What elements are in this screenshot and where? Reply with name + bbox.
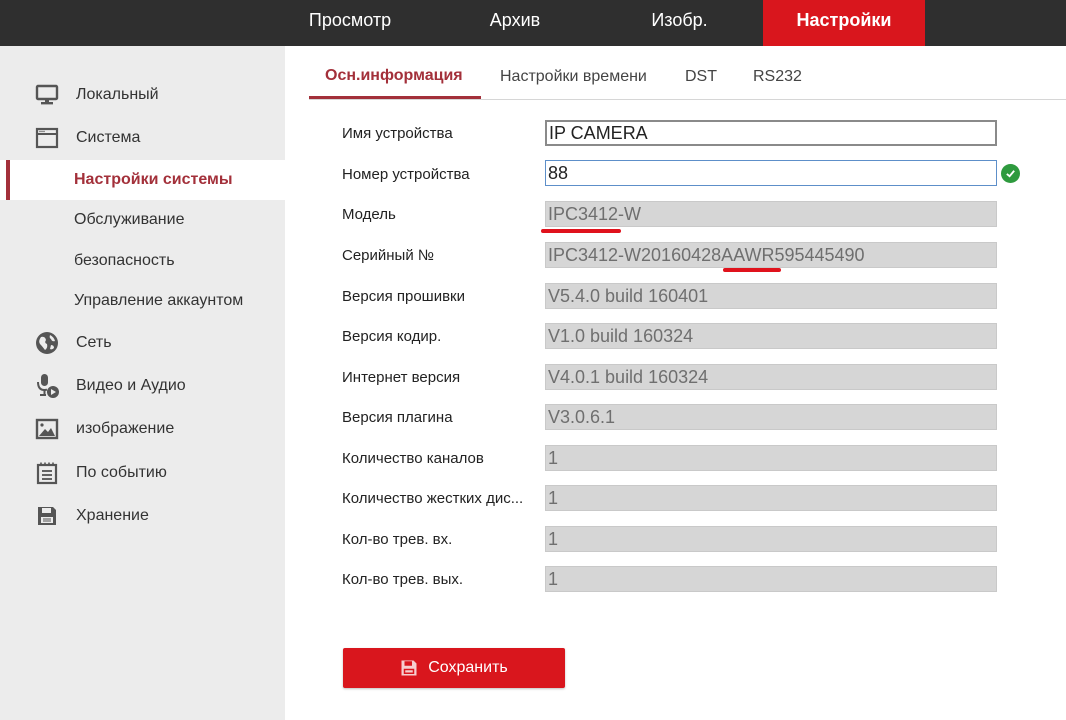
sidebar-item-label: Хранение — [76, 507, 149, 524]
sidebar-item-label: Настройки системы — [74, 171, 233, 188]
sidebar-item-label: изображение — [76, 420, 175, 437]
sidebar-item-label: Обслуживание — [74, 211, 185, 228]
hdd-count-label: Количество жестких дис... — [342, 490, 524, 507]
tab-dst[interactable]: DST — [685, 68, 717, 86]
globe-icon — [34, 330, 60, 356]
microphone-video-icon — [34, 373, 60, 399]
sidebar-item-label: Локальный — [76, 86, 159, 103]
topnav-settings[interactable]: Настройки — [763, 0, 925, 46]
encoding-version-field — [545, 323, 997, 349]
sidebar-item-network[interactable]: Сеть — [0, 323, 285, 363]
plugin-version-field — [545, 404, 997, 430]
model-label: Модель — [342, 206, 396, 223]
device-name-label: Имя устройства — [342, 125, 453, 142]
tab-basic-info[interactable]: Осн.информация — [325, 67, 463, 85]
sidebar-item-image[interactable]: изображение — [0, 409, 285, 449]
main-content: Осн.информация Настройки времени DST RS2… — [285, 46, 1066, 720]
sidebar-item-system-settings[interactable]: Настройки системы — [0, 160, 285, 200]
device-number-label: Номер устройства — [342, 166, 470, 183]
channels-count-field — [545, 445, 997, 471]
sidebar-item-account-management[interactable]: Управление аккаунтом — [0, 281, 285, 321]
sidebar-item-video-audio[interactable]: Видео и Аудио — [0, 366, 285, 406]
sidebar-item-label: Сеть — [76, 334, 112, 351]
topnav-archive[interactable]: Архив — [460, 0, 570, 46]
floppy-disk-icon — [34, 503, 60, 529]
sidebar-item-system[interactable]: Система — [0, 118, 285, 158]
sidebar-item-event[interactable]: По событию — [0, 453, 285, 493]
plugin-version-label: Версия плагина — [342, 409, 453, 426]
top-navigation-bar: Просмотр Архив Изобр. Настройки — [0, 0, 1066, 46]
alarm-outputs-field — [545, 566, 997, 592]
sidebar-item-label: По событию — [76, 464, 167, 481]
sidebar: Локальный Система Настройки системы Обсл… — [0, 46, 285, 720]
device-name-input[interactable] — [545, 120, 997, 146]
web-version-field — [545, 364, 997, 390]
web-version-label: Интернет версия — [342, 369, 461, 386]
tab-bar: Осн.информация Настройки времени DST RS2… — [309, 46, 1066, 100]
sidebar-item-label: Видео и Аудио — [76, 377, 186, 394]
window-icon — [34, 125, 60, 151]
serial-annotation-underline — [723, 268, 781, 272]
save-button-label: Сохранить — [428, 659, 508, 676]
alarm-inputs-label: Кол-во трев. вх. — [342, 531, 453, 548]
channels-count-label: Количество каналов — [342, 450, 484, 467]
topnav-image[interactable]: Изобр. — [622, 0, 737, 46]
model-field — [545, 201, 997, 227]
sidebar-item-security[interactable]: безопасность — [0, 241, 285, 281]
serial-number-label: Серийный № — [342, 247, 434, 264]
calendar-icon — [34, 460, 60, 486]
active-tab-indicator — [309, 96, 481, 99]
encoding-version-label: Версия кодир. — [342, 328, 442, 345]
sidebar-item-label: Управление аккаунтом — [74, 292, 244, 309]
sidebar-item-maintenance[interactable]: Обслуживание — [0, 200, 285, 240]
tab-rs232[interactable]: RS232 — [753, 68, 802, 86]
device-number-input[interactable] — [545, 160, 997, 186]
valid-check-icon — [1001, 164, 1020, 183]
sidebar-item-label: безопасность — [74, 252, 175, 269]
floppy-disk-icon — [400, 659, 418, 677]
hdd-count-field — [545, 485, 997, 511]
image-icon — [34, 416, 60, 442]
sidebar-item-local[interactable]: Локальный — [0, 75, 285, 115]
tab-time-settings[interactable]: Настройки времени — [500, 68, 647, 86]
alarm-outputs-label: Кол-во трев. вых. — [342, 571, 464, 588]
firmware-version-label: Версия прошивки — [342, 288, 465, 305]
sidebar-item-storage[interactable]: Хранение — [0, 496, 285, 536]
model-annotation-underline — [541, 229, 621, 233]
serial-number-field — [545, 242, 997, 268]
firmware-version-field — [545, 283, 997, 309]
topnav-preview[interactable]: Просмотр — [290, 0, 410, 46]
alarm-inputs-field — [545, 526, 997, 552]
save-button[interactable]: Сохранить — [343, 648, 565, 688]
monitor-icon — [34, 82, 60, 108]
sidebar-item-label: Система — [76, 129, 141, 146]
